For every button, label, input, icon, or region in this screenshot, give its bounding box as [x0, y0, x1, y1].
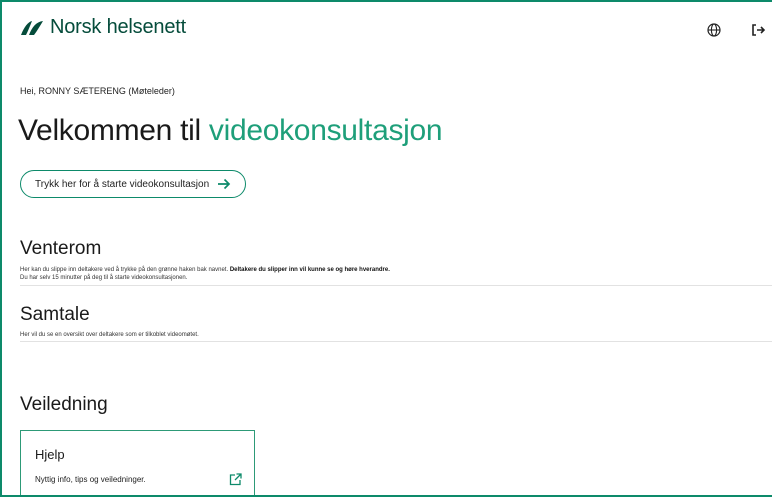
conversation-description: Her vil du se en oversikt over deltakere…	[20, 332, 199, 338]
divider	[20, 285, 772, 286]
page-title-plain: Velkommen til	[18, 114, 201, 147]
norsk-helsenett-logo-icon	[21, 20, 43, 35]
brand-name: Norsk helsenett	[50, 16, 186, 38]
waiting-room-desc-line2: Du har selv 15 minutter på deg til å sta…	[20, 275, 188, 281]
help-card-title: Hjelp	[35, 447, 65, 462]
start-videoconsultation-button[interactable]: Trykk her for å starte videokonsultasjon	[20, 170, 247, 198]
conversation-title: Samtale	[20, 304, 90, 325]
divider	[20, 341, 772, 342]
help-card-description: Nyttig info, tips og veiledninger.	[35, 475, 146, 484]
app-frame: Norsk helsenett Hei, RONNY SÆTERENG (Møt…	[0, 0, 772, 497]
arrow-right-icon	[218, 178, 231, 190]
help-card[interactable]: Hjelp Nyttig info, tips og veiledninger.	[20, 430, 255, 495]
header: Norsk helsenett	[2, 2, 772, 48]
waiting-room-desc-text: Her kan du slippe inn deltakere ved å tr…	[20, 267, 229, 273]
start-button-label: Trykk her for å starte videokonsultasjon	[35, 178, 210, 190]
brand-logo[interactable]: Norsk helsenett	[20, 16, 186, 39]
page-title: Velkommen til videokonsultasjon	[18, 114, 443, 148]
external-link-icon[interactable]	[229, 473, 242, 486]
user-greeting: Hei, RONNY SÆTERENG (Møteleder)	[20, 86, 175, 96]
waiting-room-title: Venterom	[20, 238, 102, 259]
waiting-room-description: Her kan du slippe inn deltakere ved å tr…	[20, 266, 390, 274]
guidance-title: Veiledning	[20, 394, 108, 415]
page-title-accent: videokonsultasjon	[208, 114, 443, 147]
globe-icon[interactable]	[706, 22, 722, 38]
waiting-room-desc-bold: Deltakere du slipper inn vil kunne se og…	[229, 267, 390, 273]
logout-icon[interactable]	[750, 22, 766, 38]
